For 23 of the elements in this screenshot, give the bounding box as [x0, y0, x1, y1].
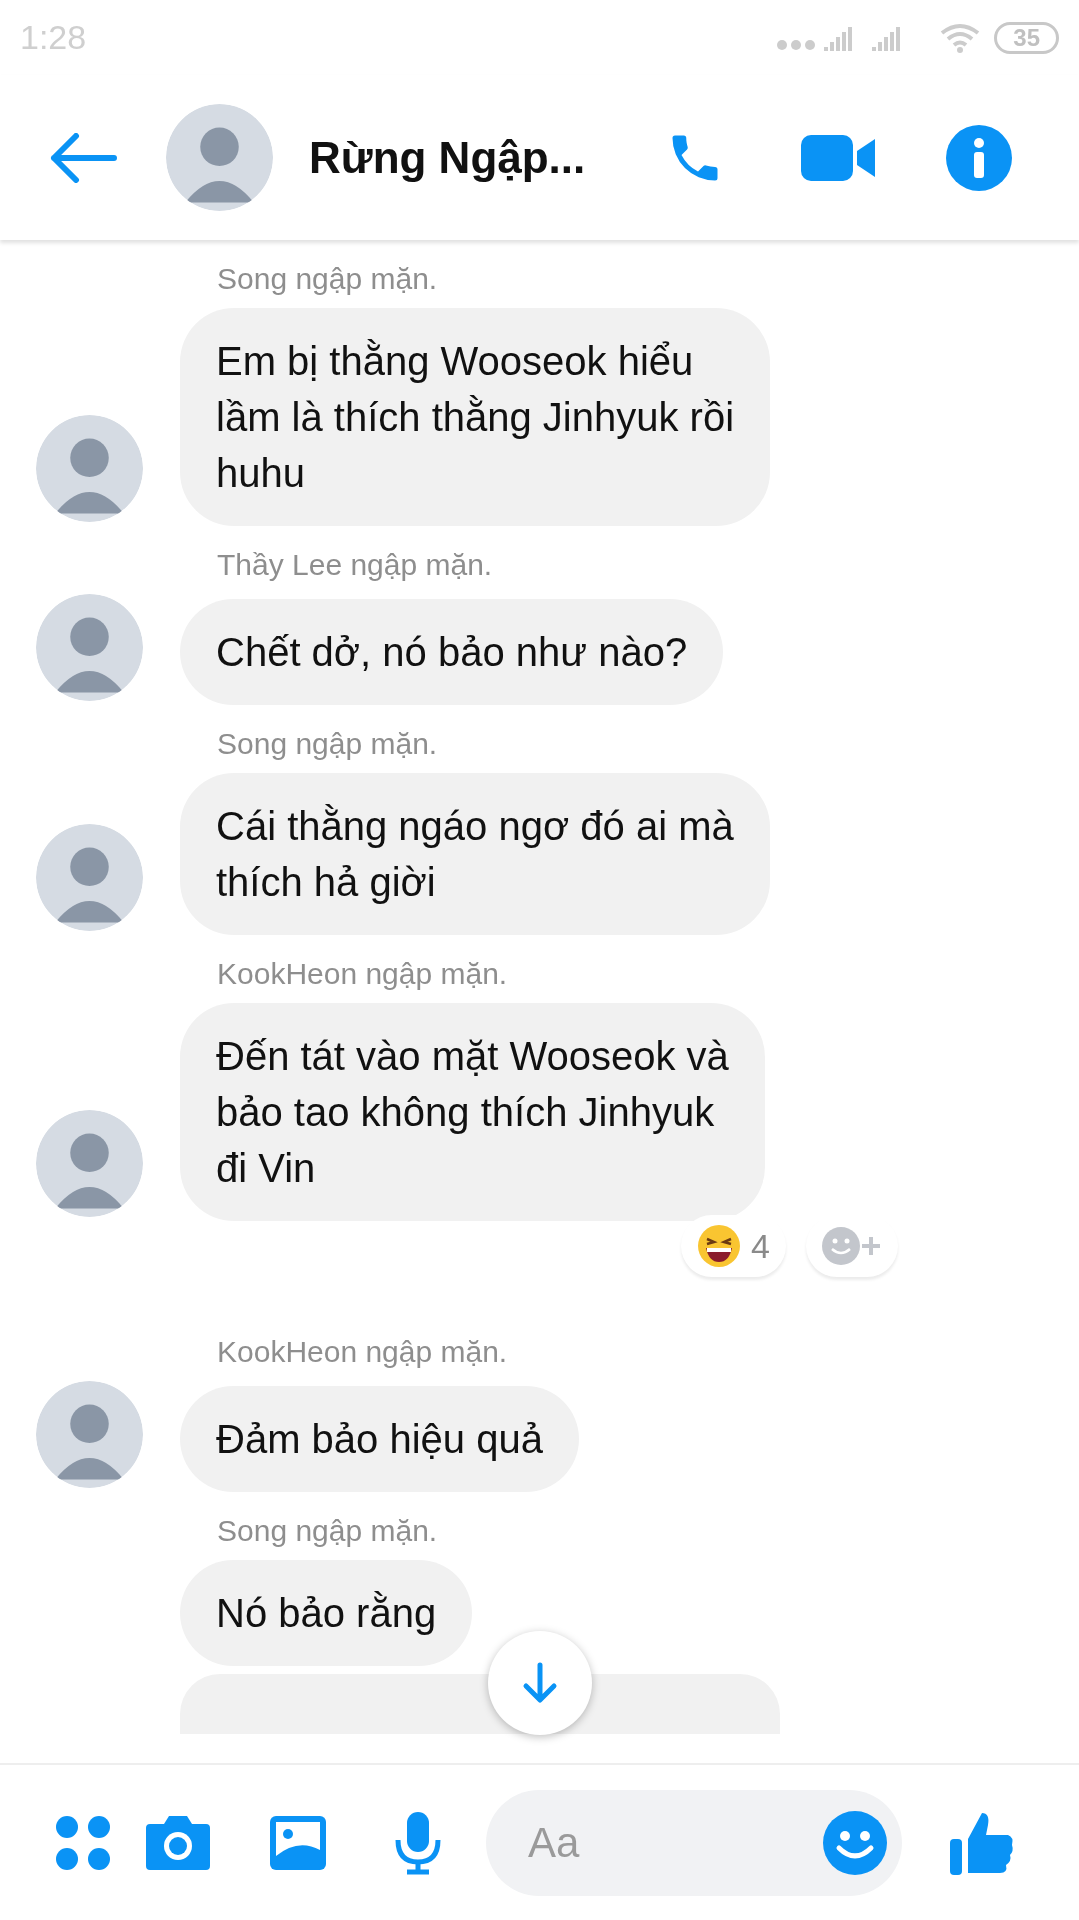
sender-name: Song ngập mặn. — [217, 1514, 438, 1548]
add-emoji-icon — [821, 1226, 883, 1266]
sender-name: Thầy Lee ngập mặn. — [217, 548, 493, 582]
wifi-icon — [940, 22, 981, 53]
message-bubble: Đến tát vào mặt Wooseok và bảo tao không thích Jinhyuk đi Vin — [180, 1003, 765, 1221]
laughing-emoji-icon — [697, 1224, 742, 1268]
emoji-icon[interactable] — [822, 1809, 888, 1876]
sender-name: KookHeon ngập mặn. — [217, 957, 508, 991]
message-input[interactable]: Aa — [526, 1817, 822, 1868]
message-field[interactable]: Aa — [486, 1789, 902, 1896]
battery-level: 35 — [994, 21, 1059, 54]
message-bubble: Đảm bảo hiệu quả — [180, 1386, 579, 1492]
message-bubble: Cái thằng ngáo ngơ đó ai mà thích hả giời — [180, 773, 770, 935]
sender-name: Song ngập mặn. — [217, 262, 438, 296]
reaction-count: 4 — [751, 1226, 770, 1266]
message-bubble: Em bị thằng Wooseok hiểu lầm là thích thằng Jinhyuk rồi huhu — [180, 308, 771, 526]
scroll-down-button[interactable] — [488, 1631, 592, 1735]
microphone-icon — [393, 1809, 443, 1876]
message-bubble: Chết dở, nó bảo như nào? — [180, 599, 724, 705]
message-bubble: Nó bảo rằng — [180, 1560, 473, 1666]
chat-title[interactable]: Rừng Ngập... — [309, 132, 635, 183]
sender-name: KookHeon ngập mặn. — [217, 1335, 508, 1369]
sender-name: Song ngập mặn. — [217, 727, 438, 761]
